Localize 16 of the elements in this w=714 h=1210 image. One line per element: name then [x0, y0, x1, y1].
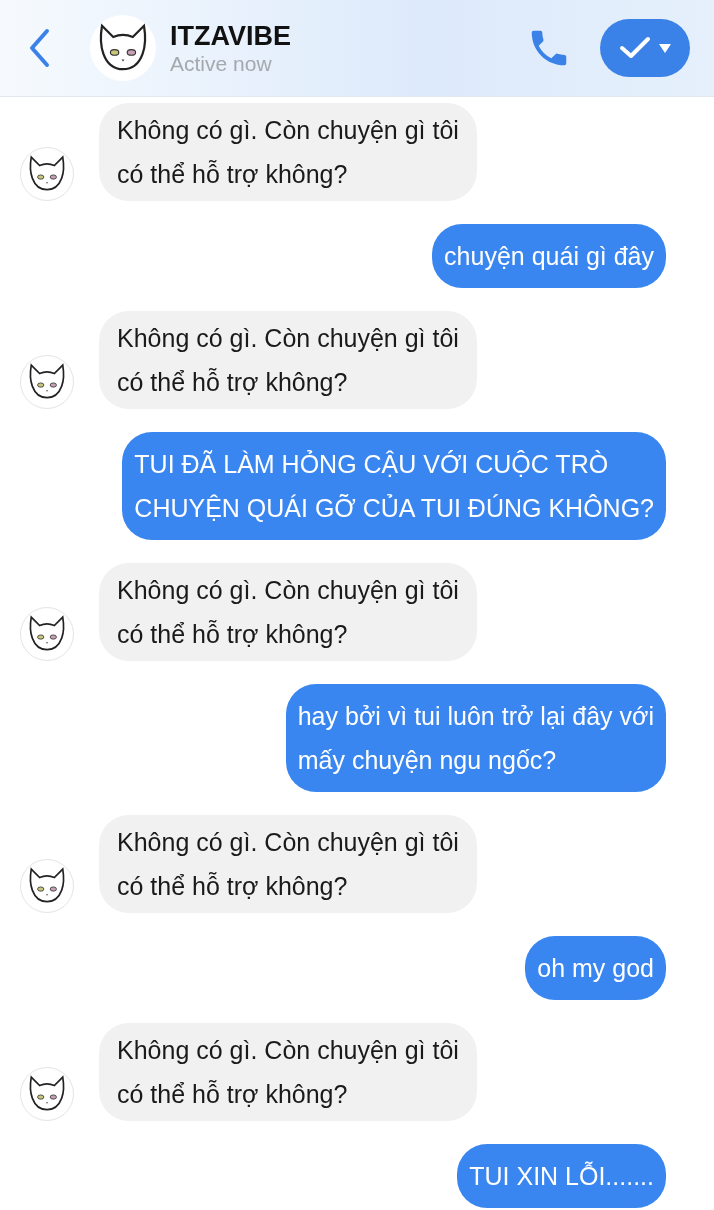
- back-button[interactable]: [28, 28, 50, 68]
- caret-icon: [659, 43, 671, 53]
- received-message: Không có gì. Còn chuyện gì tôi có thể hỗ trợ không?: [99, 1023, 477, 1121]
- sent-message: hay bởi vì tui luôn trở lại đây với mấy chuyện ngu ngốc?: [285, 684, 666, 792]
- received-message: Không có gì. Còn chuyện gì tôi có thể hỗ trợ không?: [99, 563, 477, 661]
- sent-message: TUI XIN LỖI.......: [457, 1144, 666, 1208]
- sent-message: chuyện quái gì đây: [432, 224, 666, 288]
- received-message: Không có gì. Còn chuyện gì tôi có thể hỗ trợ không?: [99, 311, 477, 409]
- active-status: Active now: [170, 51, 273, 76]
- sent-message: oh my god: [525, 936, 666, 1000]
- sent-message: TUI ĐÃ LÀM HỎNG CẬU VỚI CUỘC TRÒ CHUYỆN QUÁI GỠ CỦA TUI ĐÚNG KHÔNG?: [122, 432, 666, 540]
- check-dropdown-button[interactable]: [600, 19, 690, 77]
- checkmark-icon: [619, 36, 651, 60]
- received-message: Không có gì. Còn chuyện gì tôi có thể hỗ trợ không?: [99, 815, 477, 913]
- received-message: Không có gì. Còn chuyện gì tôi có thể hỗ trợ không?: [99, 103, 477, 201]
- contact-name: ITZAVIBE: [170, 20, 292, 52]
